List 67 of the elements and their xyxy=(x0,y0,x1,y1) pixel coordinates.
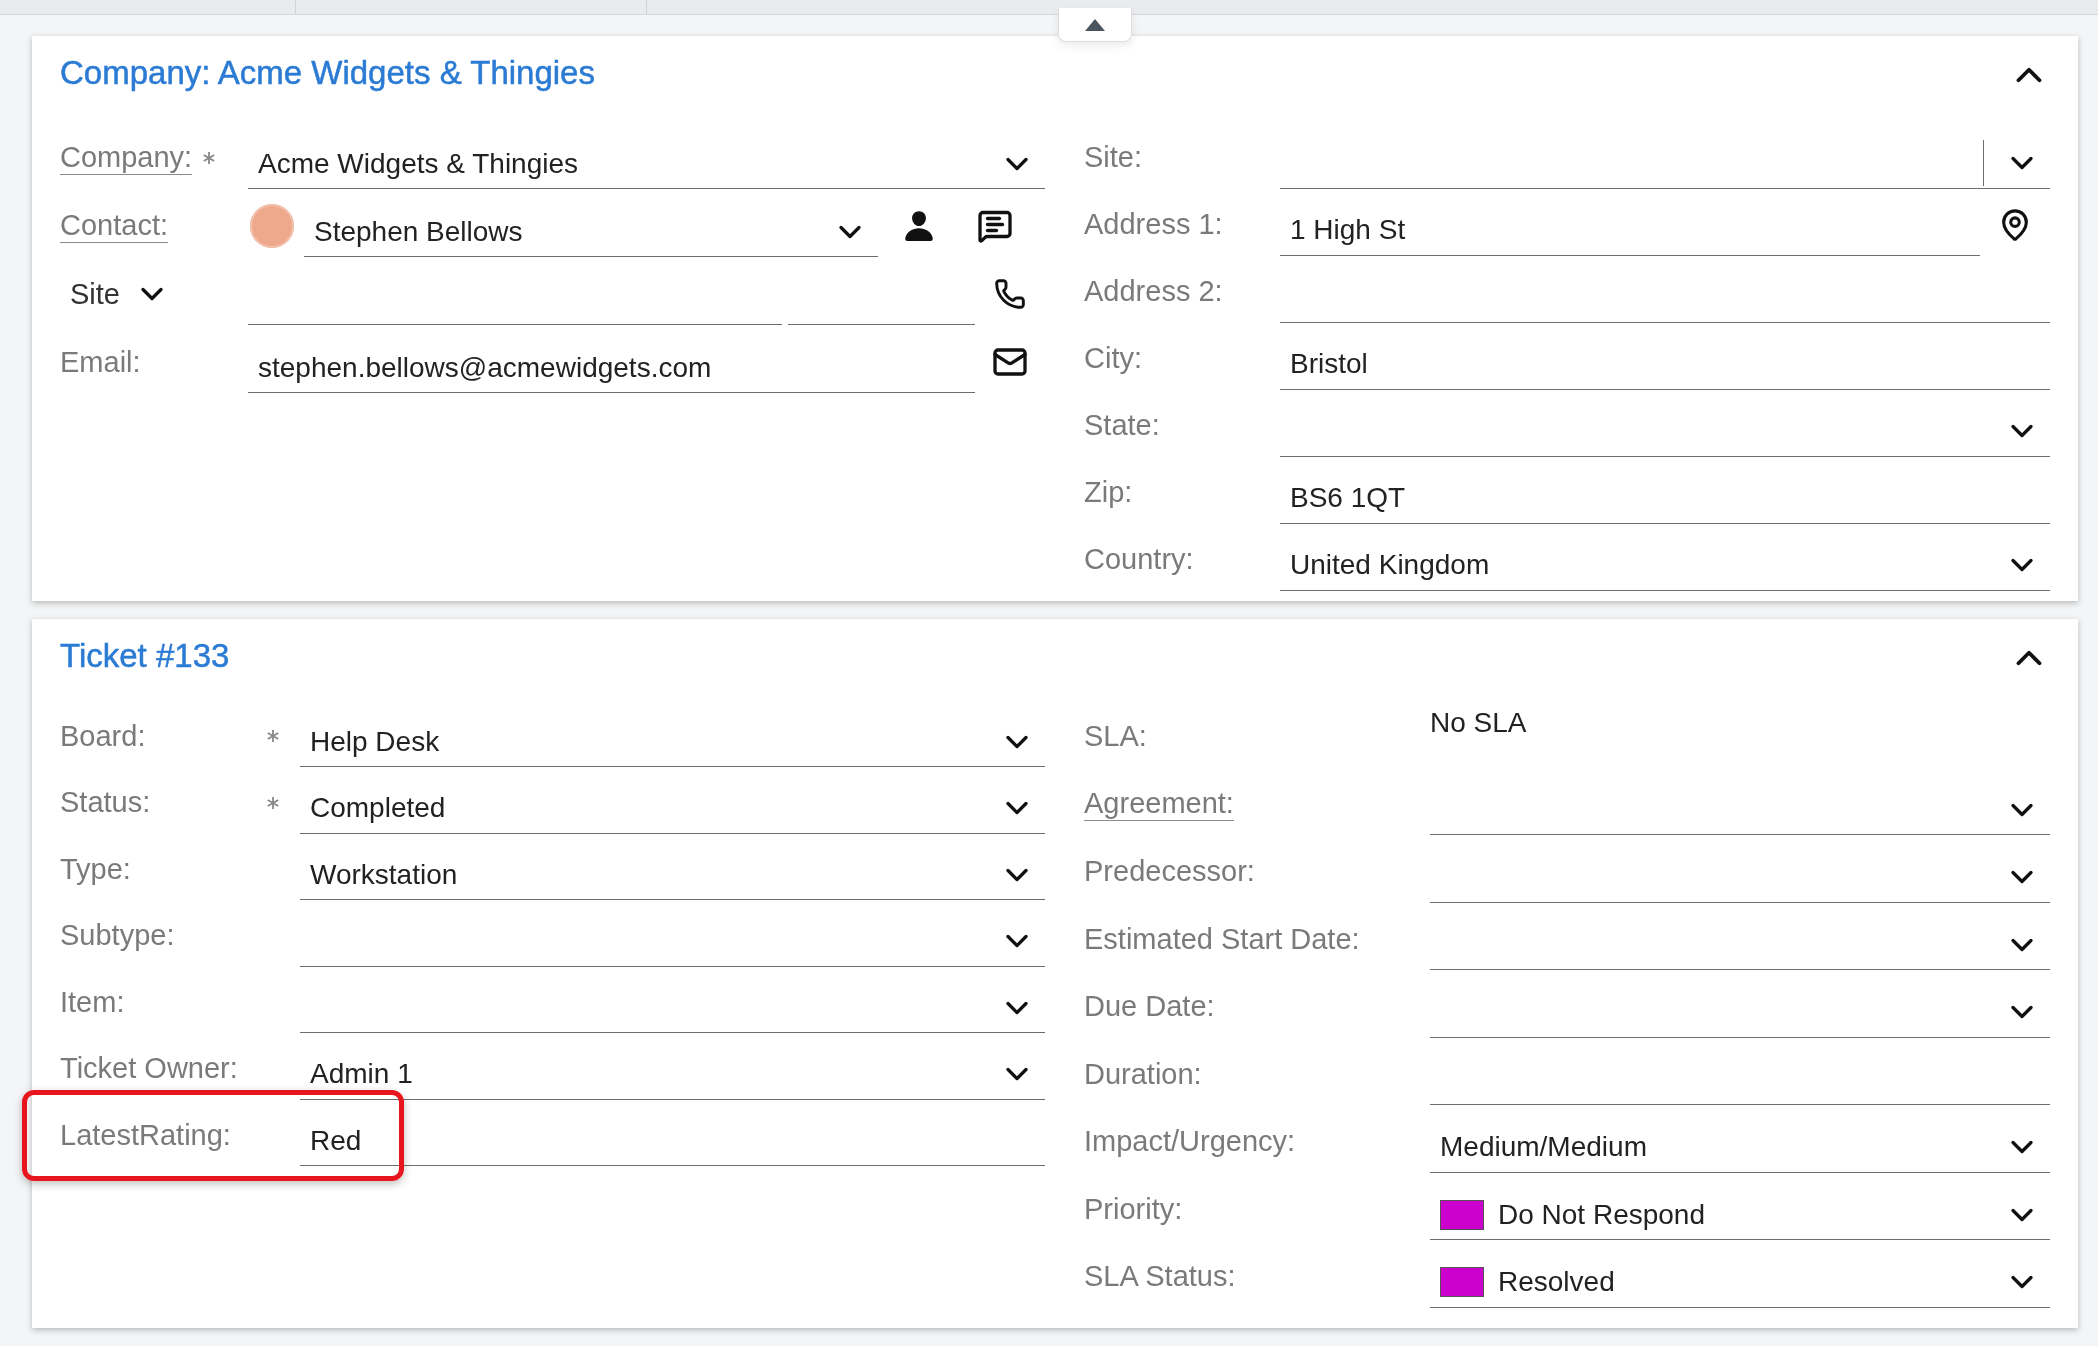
field-value: Admin 1 xyxy=(310,1058,414,1091)
field-label: City: xyxy=(1084,342,1142,375)
field-label: Impact/Urgency: xyxy=(1084,1125,1296,1159)
field-label-link[interactable]: Contact: xyxy=(60,208,168,244)
field-value: Bristol xyxy=(1290,348,1369,380)
field-value: Do Not Respond xyxy=(1498,1198,1706,1231)
field-label: Address 2: xyxy=(1084,275,1223,308)
field-value: BS6 1QT xyxy=(1290,482,1407,514)
chat-icon[interactable] xyxy=(977,208,1013,244)
person-icon[interactable] xyxy=(902,209,936,243)
field-value: United Kingdom xyxy=(1290,549,1491,581)
text-field[interactable]: BS6 1QT xyxy=(1280,473,2050,524)
field-value: Stephen Bellows xyxy=(314,215,524,248)
field-label: Country: xyxy=(1084,543,1194,576)
field-label: Board: xyxy=(60,719,146,753)
text-field[interactable]: 1 High St xyxy=(1280,205,1980,256)
field-value: Acme Widgets & Thingies xyxy=(258,147,580,180)
field-label: Type: xyxy=(60,852,131,886)
field-label: SLA Status: xyxy=(1084,1260,1236,1294)
field-label: Subtype: xyxy=(60,919,175,953)
field-label: Priority: xyxy=(1084,1192,1183,1226)
field-value: Medium/Medium xyxy=(1440,1131,1648,1164)
field-value: 1 High St xyxy=(1290,214,1407,246)
text-field[interactable]: stephen.bellows@acmewidgets.com xyxy=(248,343,975,393)
section-title: Company: Acme Widgets & Thingies xyxy=(60,54,595,92)
dropdown-field[interactable]: Workstation xyxy=(300,850,1045,901)
dropdown-field[interactable]: Stephen Bellows xyxy=(304,207,878,257)
avatar-circle xyxy=(250,204,294,248)
dropdown-field[interactable] xyxy=(1280,138,2050,189)
field-value: No SLA xyxy=(1430,707,1527,739)
field-label: Due Date: xyxy=(1084,990,1215,1024)
field-label: Address 1: xyxy=(1084,208,1223,241)
dropdown-field[interactable]: Completed xyxy=(300,783,1045,834)
triangle-up-icon xyxy=(1085,18,1105,31)
field-label: Zip: xyxy=(1084,476,1133,509)
field-label: Ticket Owner: xyxy=(60,1052,238,1086)
field-label: Predecessor: xyxy=(1084,855,1255,889)
collapse-tab[interactable] xyxy=(1058,8,1132,42)
dropdown-field[interactable]: Acme Widgets & Thingies xyxy=(248,139,1045,189)
field-label: Site: xyxy=(1084,141,1143,174)
field-value: Completed xyxy=(310,792,447,825)
field-label: SLA: xyxy=(1084,720,1147,754)
field-value: Red xyxy=(310,1124,363,1157)
dropdown-field[interactable]: Medium/Medium xyxy=(1430,1122,2050,1173)
field-label: Item: xyxy=(60,985,125,1019)
text-field[interactable]: Bristol xyxy=(1280,339,2050,390)
site-select[interactable]: Site xyxy=(60,276,170,312)
text-field[interactable]: Red xyxy=(300,1116,1045,1167)
dropdown-field[interactable]: Help Desk xyxy=(300,717,1045,768)
field-value: Workstation xyxy=(310,858,459,891)
field-label: LatestRating: xyxy=(60,1118,231,1152)
field-label: State: xyxy=(1084,409,1160,442)
field-label-link[interactable]: Company: xyxy=(60,140,193,176)
dropdown-field[interactable]: Resolved xyxy=(1430,1257,2050,1308)
field-label: Email: xyxy=(60,345,141,379)
dropdown-field[interactable]: Do Not Respond xyxy=(1430,1190,2050,1241)
section-title: Ticket #133 xyxy=(60,637,230,675)
field-value: stephen.bellows@acmewidgets.com xyxy=(258,351,713,384)
field-label: Estimated Start Date: xyxy=(1084,922,1360,956)
field-value: Resolved xyxy=(1498,1266,1616,1299)
field-label: Duration: xyxy=(1084,1057,1202,1091)
field-label: Status: xyxy=(60,786,151,820)
field-value: Help Desk xyxy=(310,725,441,758)
field-label-link[interactable]: Agreement: xyxy=(1084,787,1234,822)
phone-icon[interactable] xyxy=(994,278,1026,310)
dropdown-field[interactable]: United Kingdom xyxy=(1280,540,2050,591)
dropdown-field[interactable]: Admin 1 xyxy=(300,1049,1045,1100)
